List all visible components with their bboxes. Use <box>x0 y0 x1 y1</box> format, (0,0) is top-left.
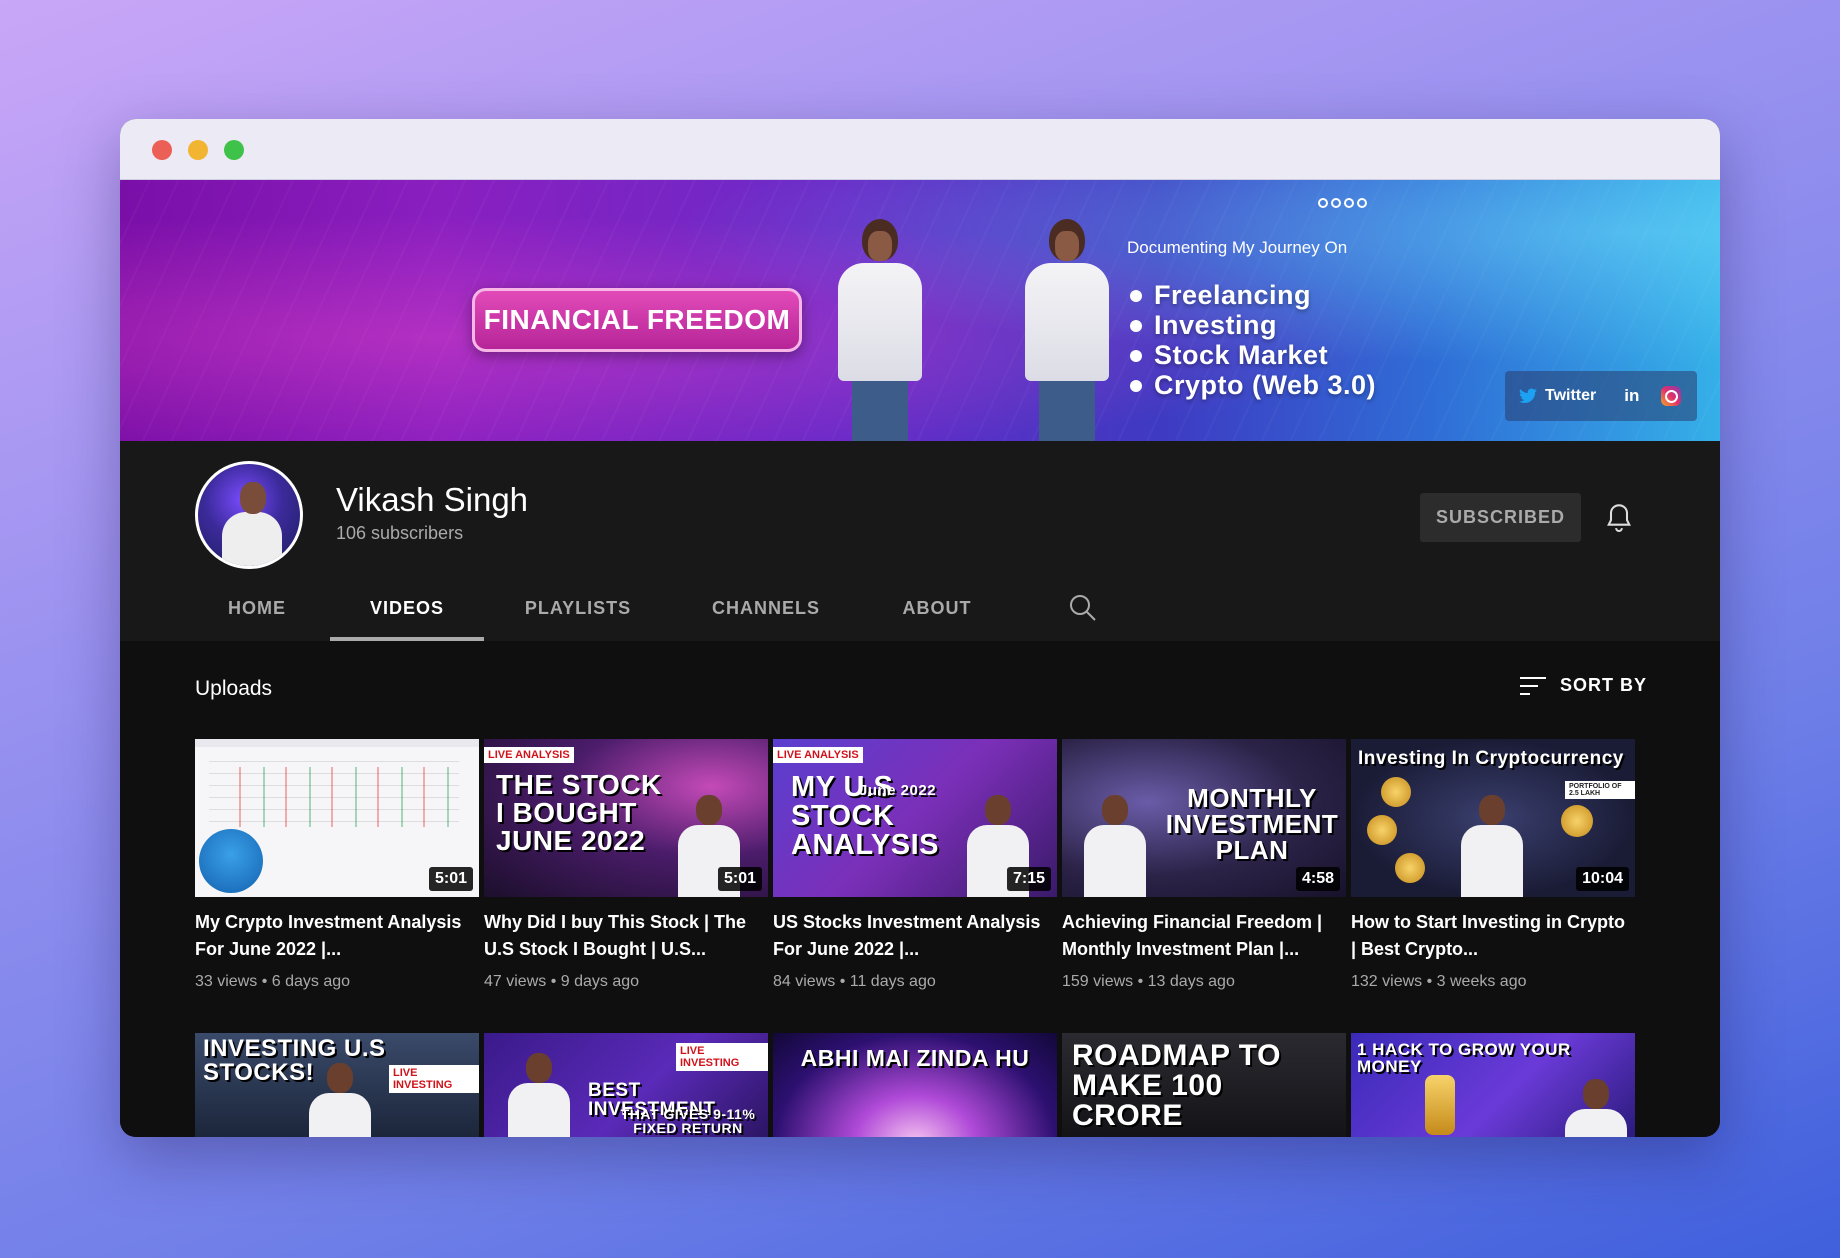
video-thumbnail[interactable]: INVESTING U.S STOCKS! LIVE INVESTING <box>195 1033 479 1137</box>
video-thumbnail[interactable]: LIVE ANALYSIS MY U.S STOCK ANALYSIS June… <box>773 739 1057 897</box>
video-duration: 4:58 <box>1295 867 1340 891</box>
video-views: 84 views <box>773 973 836 990</box>
video-title[interactable]: Why Did I buy This Stock | The U.S Stock… <box>484 909 768 963</box>
channel-header: Vikash Singh 106 subscribers SUBSCRIBED … <box>120 441 1720 641</box>
video-card[interactable]: 1 HACK TO GROW YOUR MONEY <box>1351 1033 1635 1137</box>
uploads-title: Uploads <box>195 677 273 700</box>
video-card[interactable]: Investing In Cryptocurrency PORTFOLIO OF… <box>1351 739 1635 991</box>
thumbnail-subtext: June 2022 <box>859 782 937 799</box>
tab-videos[interactable]: VIDEOS <box>330 576 484 641</box>
video-views: 132 views <box>1351 973 1423 990</box>
video-thumbnail[interactable]: LIVE ANALYSIS THE STOCK I BOUGHT JUNE 20… <box>484 739 768 897</box>
linkedin-link[interactable]: in <box>1624 386 1639 406</box>
thumbnail-tag: LIVE ANALYSIS <box>484 747 574 763</box>
video-age: 13 days ago <box>1147 973 1235 990</box>
video-age: 6 days ago <box>271 973 351 990</box>
video-age: 9 days ago <box>560 973 640 990</box>
video-thumbnail[interactable]: ABHI MAI ZINDA HU <box>773 1033 1057 1137</box>
sort-by-button[interactable]: SORT BY <box>1520 675 1647 696</box>
video-thumbnail[interactable]: LIVE INVESTING BEST INVESTMENT THAT GIVE… <box>484 1033 768 1137</box>
video-card[interactable]: MONTHLY INVESTMENT PLAN 4:58 Achieving F… <box>1062 739 1346 991</box>
search-icon[interactable] <box>1068 593 1098 623</box>
video-grid: 5:01 My Crypto Investment Analysis For J… <box>195 739 1635 991</box>
banner-person-left <box>838 219 922 441</box>
video-card[interactable]: ROADMAP TO MAKE 100 CRORE <box>1062 1033 1346 1137</box>
journey-item: Investing <box>1128 310 1376 340</box>
video-card[interactable]: 5:01 My Crypto Investment Analysis For J… <box>195 739 479 991</box>
banner-social-dots <box>1318 198 1367 208</box>
journey-item: Crypto (Web 3.0) <box>1128 370 1376 400</box>
video-age: 3 weeks ago <box>1436 973 1527 990</box>
avatar[interactable] <box>195 461 303 569</box>
maximize-window-button[interactable] <box>224 140 244 160</box>
video-grid-row-2: INVESTING U.S STOCKS! LIVE INVESTING LIV… <box>195 1033 1635 1137</box>
video-thumbnail[interactable]: 5:01 <box>195 739 479 897</box>
video-thumbnail[interactable]: MONTHLY INVESTMENT PLAN 4:58 <box>1062 739 1346 897</box>
tab-about[interactable]: ABOUT <box>860 576 1014 641</box>
thumbnail-text: MONTHLY INVESTMENT PLAN <box>1165 783 1339 865</box>
thumbnail-text: THE STOCK I BOUGHT JUNE 2022 <box>496 769 662 856</box>
thumbnail-text: ABHI MAI ZINDA HU <box>800 1045 1030 1071</box>
video-views: 159 views <box>1062 973 1134 990</box>
video-views: 47 views <box>484 973 547 990</box>
video-meta: 47 views • 9 days ago <box>484 973 640 990</box>
sort-icon <box>1520 676 1546 695</box>
video-meta: 33 views • 6 days ago <box>195 973 351 990</box>
video-title[interactable]: Achieving Financial Freedom | Monthly In… <box>1062 909 1346 963</box>
twitter-link[interactable]: Twitter <box>1545 387 1596 405</box>
sort-by-label: SORT BY <box>1560 675 1648 695</box>
thumbnail-tag: LIVE INVESTING <box>676 1043 768 1071</box>
video-age: 11 days ago <box>849 973 936 990</box>
video-card[interactable]: ABHI MAI ZINDA HU <box>773 1033 1057 1137</box>
video-thumbnail[interactable]: ROADMAP TO MAKE 100 CRORE <box>1062 1033 1346 1137</box>
thumbnail-text: Investing In Cryptocurrency <box>1358 748 1624 769</box>
banner-journey-list: Freelancing Investing Stock Market Crypt… <box>1128 280 1376 400</box>
channel-tabs: HOME VIDEOS PLAYLISTS CHANNELS ABOUT <box>120 576 1014 641</box>
thumbnail-subtext: PORTFOLIO OF 2.5 LAKH <box>1565 781 1635 799</box>
video-title[interactable]: US Stocks Investment Analysis For June 2… <box>773 909 1057 963</box>
banner-social-links: Twitter in <box>1505 371 1697 421</box>
thumbnail-tag: LIVE ANALYSIS <box>773 747 863 763</box>
minimize-window-button[interactable] <box>188 140 208 160</box>
channel-name: Vikash Singh <box>336 481 529 518</box>
video-card[interactable]: LIVE ANALYSIS THE STOCK I BOUGHT JUNE 20… <box>484 739 768 991</box>
banner-headline: FINANCIAL FREEDOM <box>472 288 802 352</box>
thumbnail-subtext: THAT GIVES 9-11% FIXED RETURN <box>620 1106 756 1136</box>
journey-item: Freelancing <box>1128 280 1376 310</box>
videos-content: Uploads SORT BY 5:01 My Crypto Investmen… <box>120 641 1720 1137</box>
video-title[interactable]: My Crypto Investment Analysis For June 2… <box>195 909 479 963</box>
video-meta: 84 views • 11 days ago <box>773 973 936 990</box>
thumbnail-tag: LIVE INVESTING <box>389 1065 479 1093</box>
thumbnail-text: ROADMAP TO MAKE 100 CRORE <box>1072 1039 1281 1132</box>
video-thumbnail[interactable]: Investing In Cryptocurrency PORTFOLIO OF… <box>1351 739 1635 897</box>
video-duration: 7:15 <box>1006 867 1051 891</box>
banner-journey-title: Documenting My Journey On <box>1127 238 1348 257</box>
instagram-icon[interactable] <box>1661 386 1682 406</box>
video-card[interactable]: INVESTING U.S STOCKS! LIVE INVESTING <box>195 1033 479 1137</box>
tab-playlists[interactable]: PLAYLISTS <box>484 576 672 641</box>
video-duration: 10:04 <box>1576 867 1629 891</box>
thumbnail-text: 1 HACK TO GROW YOUR MONEY <box>1357 1040 1571 1076</box>
video-duration: 5:01 <box>428 867 473 891</box>
video-meta: 159 views • 13 days ago <box>1062 973 1235 990</box>
tab-home[interactable]: HOME <box>184 576 330 641</box>
tab-channels[interactable]: CHANNELS <box>672 576 860 641</box>
close-window-button[interactable] <box>152 140 172 160</box>
subscribed-button[interactable]: SUBSCRIBED <box>1420 493 1581 542</box>
video-thumbnail[interactable]: 1 HACK TO GROW YOUR MONEY <box>1351 1033 1635 1137</box>
video-duration: 5:01 <box>717 867 762 891</box>
title-bar <box>120 119 1720 180</box>
banner-person-right <box>1025 219 1109 441</box>
video-meta: 132 views • 3 weeks ago <box>1351 973 1527 990</box>
bell-icon[interactable] <box>1605 503 1633 535</box>
browser-window: FINANCIAL FREEDOM Documenting My Journey… <box>120 119 1720 1137</box>
journey-item: Stock Market <box>1128 340 1376 370</box>
video-card[interactable]: LIVE ANALYSIS MY U.S STOCK ANALYSIS June… <box>773 739 1057 991</box>
video-card[interactable]: LIVE INVESTING BEST INVESTMENT THAT GIVE… <box>484 1033 768 1137</box>
video-title[interactable]: How to Start Investing in Crypto | Best … <box>1351 909 1635 963</box>
subscriber-count: 106 subscribers <box>336 523 464 543</box>
video-views: 33 views <box>195 973 258 990</box>
channel-banner: FINANCIAL FREEDOM Documenting My Journey… <box>120 180 1720 441</box>
twitter-icon[interactable] <box>1519 388 1537 404</box>
